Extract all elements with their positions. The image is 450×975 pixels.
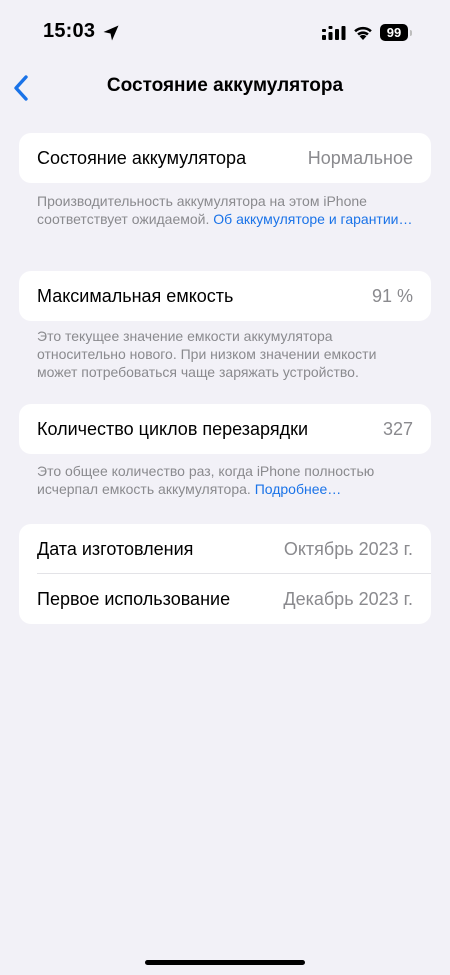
status-bar: 15:03 99 [0, 0, 450, 66]
first-use-value: Декабрь 2023 г. [283, 588, 413, 609]
max-capacity-value: 91 % [371, 285, 413, 306]
battery-icon: 99 [380, 24, 414, 42]
first-use-label: Первое использование [37, 588, 231, 609]
battery-status-card: Состояние аккумулятора Нормальное [19, 133, 431, 183]
manufacture-date-row: Дата изготовления Октябрь 2023 г. [19, 524, 431, 574]
status-time: 15:03 [43, 20, 96, 42]
home-indicator[interactable] [145, 960, 305, 965]
max-capacity-footnote: Это текущее значение емкости аккумулятор… [37, 328, 377, 380]
dates-card: Дата изготовления Октябрь 2023 г. Первое… [19, 524, 431, 624]
page-title: Состояние аккумулятора [106, 75, 344, 96]
max-capacity-label: Максимальная емкость [37, 285, 234, 306]
about-battery-warranty-link[interactable]: Об аккумуляторе и гарантии… [213, 211, 412, 227]
cycle-count-value: 327 [382, 418, 413, 439]
wifi-icon [354, 26, 372, 40]
battery-percentage: 99 [386, 25, 402, 40]
max-capacity-row: Максимальная емкость 91 % [19, 271, 431, 321]
max-capacity-card: Максимальная емкость 91 % [19, 271, 431, 321]
location-arrow-icon [103, 25, 119, 41]
manufacture-date-value: Октябрь 2023 г. [283, 538, 413, 559]
cycle-count-footnote: Это общее количество раз, когда iPhone п… [37, 462, 417, 498]
signal-icon [322, 26, 346, 40]
cycle-count-card: Количество циклов перезарядки 327 [19, 404, 431, 454]
back-button[interactable] [6, 70, 36, 106]
cycle-count-row: Количество циклов перезарядки 327 [19, 404, 431, 454]
battery-status-row: Состояние аккумулятора Нормальное [19, 133, 431, 183]
cycle-count-label: Количество циклов перезарядки [37, 418, 309, 439]
manufacture-date-label: Дата изготовления [37, 538, 194, 559]
navigation-bar: Состояние аккумулятора [0, 66, 450, 110]
chevron-left-icon [14, 75, 28, 101]
battery-status-value: Нормальное [307, 147, 413, 168]
first-use-row: Первое использование Декабрь 2023 г. [19, 574, 431, 624]
battery-status-label: Состояние аккумулятора [37, 147, 247, 168]
learn-more-link[interactable]: Подробнее… [255, 481, 342, 497]
battery-status-footnote: Производительность аккумулятора на этом … [37, 192, 417, 228]
